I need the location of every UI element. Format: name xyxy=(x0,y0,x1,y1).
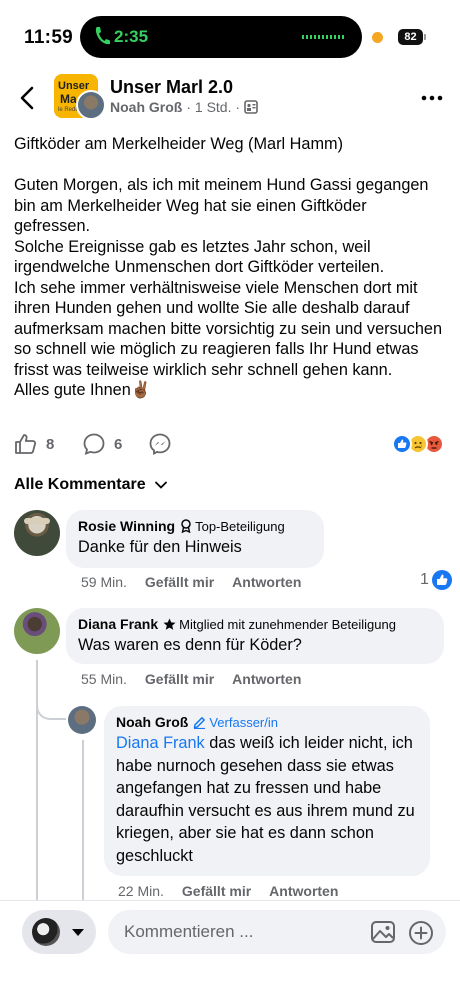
comment-filter-dropdown[interactable]: Alle Kommentare xyxy=(14,476,168,494)
comment-like-count[interactable]: 1 xyxy=(420,570,452,590)
post-header: Unser Ma le Redd Unser Marl 2.0 Noah Gro… xyxy=(0,70,460,126)
comment-reply-button[interactable]: Antworten xyxy=(232,574,301,590)
rising-contributor-badge: Mitglied mit zunehmender Beteiligung xyxy=(163,617,396,632)
comment-actions: 59 Min. Gefällt mir Antworten xyxy=(81,574,319,590)
user-avatar xyxy=(32,918,60,946)
badge-label: Mitglied mit zunehmender Beteiligung xyxy=(179,616,396,632)
dynamic-island[interactable]: 2:35 xyxy=(80,16,362,58)
reaction-summary[interactable] xyxy=(392,434,446,456)
post-action-bar: 8 6 xyxy=(14,430,446,460)
commenter-name[interactable]: Diana Frank xyxy=(78,616,158,632)
comment-icon xyxy=(83,433,105,455)
post-time: · 1 Std. · xyxy=(186,99,241,115)
comment-bubble: Noah Groß Verfasser/in Diana Frank das w… xyxy=(104,706,430,876)
group-logo-line-2: Ma xyxy=(60,92,77,106)
comment-like-button[interactable]: Gefällt mir xyxy=(145,574,214,590)
post-author[interactable]: Noah Groß xyxy=(110,99,182,115)
battery-icon: 82 xyxy=(398,29,423,45)
comment-actions: 55 Min. Gefällt mir Antworten xyxy=(81,671,319,687)
pencil-icon xyxy=(194,716,206,729)
comment-actions: 22 Min. Gefällt mir Antworten xyxy=(118,883,356,899)
comment-reply-button[interactable]: Antworten xyxy=(232,671,301,687)
group-privacy-icon xyxy=(244,100,258,114)
like-reaction-icon xyxy=(392,434,412,454)
photo-icon[interactable] xyxy=(370,920,396,944)
comment-like-button[interactable]: Gefällt mir xyxy=(182,883,251,899)
commenter-name[interactable]: Noah Groß xyxy=(116,714,188,730)
mic-indicator-icon xyxy=(372,32,383,43)
commenter-avatar[interactable] xyxy=(14,510,60,556)
award-icon xyxy=(181,519,191,533)
comment-button[interactable]: 6 xyxy=(82,432,122,456)
star-icon xyxy=(163,618,176,630)
post-meta: Noah Groß · 1 Std. · xyxy=(110,99,258,115)
more-icon[interactable] xyxy=(420,86,444,110)
comment-input[interactable]: Kommentieren ... xyxy=(108,910,446,954)
chevron-down-icon xyxy=(154,481,167,489)
status-time: 11:59 xyxy=(24,27,74,48)
comment-bubble: Diana Frank Mitglied mit zunehmender Bet… xyxy=(66,608,444,664)
comment-count: 6 xyxy=(114,435,123,453)
call-duration: 2:35 xyxy=(114,27,149,46)
like-count: 8 xyxy=(46,435,55,453)
badge-label: Top-Beteiligung xyxy=(195,518,285,534)
comment-header: Rosie Winning Top-Beteiligung xyxy=(78,518,312,534)
like-button[interactable]: 8 xyxy=(14,432,54,456)
back-arrow-icon[interactable] xyxy=(14,84,42,112)
status-bar: 11:59 2:35 82 xyxy=(0,0,460,60)
comment-composer: Kommentieren ... xyxy=(0,900,460,1000)
author-avatar[interactable] xyxy=(76,90,106,120)
messenger-icon xyxy=(149,433,171,455)
reply-thread-line xyxy=(82,740,84,900)
comment-text-body: das weiß ich leider nicht, ich habe nurn… xyxy=(116,734,415,865)
top-contributor-badge: Top-Beteiligung xyxy=(180,519,285,534)
post-body: Giftköder am Merkelheider Weg (Marl Hamm… xyxy=(14,135,443,399)
commenter-avatar[interactable] xyxy=(14,608,60,654)
comment-header: Noah Groß Verfasser/in xyxy=(116,714,418,730)
comment-text: Was waren es denn für Köder? xyxy=(78,636,302,654)
group-name[interactable]: Unser Marl 2.0 xyxy=(110,77,233,98)
thumbs-up-icon xyxy=(15,434,37,454)
comment-age: 22 Min. xyxy=(118,883,164,899)
battery-tip xyxy=(424,34,426,40)
commenter-avatar[interactable] xyxy=(68,706,96,734)
comment-text: Danke für den Hinweis xyxy=(78,538,242,556)
comment-reply-button[interactable]: Antworten xyxy=(269,883,338,899)
phone-icon xyxy=(95,27,110,45)
comment-header: Diana Frank Mitglied mit zunehmender Bet… xyxy=(78,616,432,632)
comment-age: 55 Min. xyxy=(81,671,127,687)
identity-switcher[interactable] xyxy=(22,910,96,954)
thread-connector xyxy=(36,680,66,720)
comment-like-number: 1 xyxy=(420,571,429,588)
badge-label: Verfasser/in xyxy=(209,714,278,730)
add-icon[interactable] xyxy=(408,920,434,946)
comment-text: Diana Frank das weiß ich leider nicht, i… xyxy=(116,732,418,867)
comment-filter-label: Alle Kommentare xyxy=(14,476,146,493)
comment-like-button[interactable]: Gefällt mir xyxy=(145,671,214,687)
commenter-name[interactable]: Rosie Winning xyxy=(78,518,175,534)
author-badge: Verfasser/in xyxy=(193,715,278,730)
audio-wave-icon xyxy=(302,35,344,39)
comment-placeholder: Kommentieren ... xyxy=(124,922,254,941)
caret-down-icon xyxy=(72,929,84,936)
like-reaction-icon xyxy=(431,570,452,590)
share-button[interactable] xyxy=(148,432,172,456)
comment-bubble: Rosie Winning Top-Beteiligung Danke für … xyxy=(66,510,324,568)
mention-link[interactable]: Diana Frank xyxy=(116,734,205,752)
comment-age: 59 Min. xyxy=(81,574,127,590)
